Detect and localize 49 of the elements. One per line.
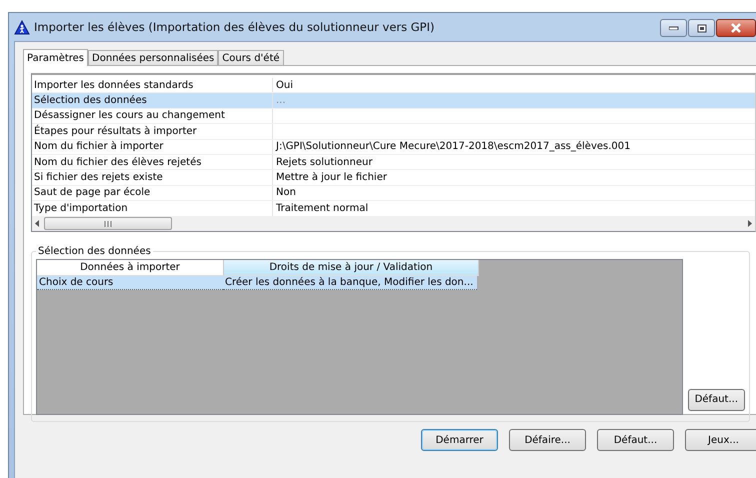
tab[interactable]: Paramètres [23,49,88,66]
property-value: Rejets solutionneur [275,156,372,168]
group-title: Sélection des données [37,246,152,257]
property-name: Sélection des données [32,93,273,108]
property-value: Non [275,187,296,198]
scroll-left-icon[interactable] [34,220,40,228]
property-name: Étapes pour résultats à importer [32,124,273,139]
warning-person-icon [14,20,30,34]
tab[interactable]: Données personnalisées [88,50,218,65]
property-row[interactable]: Désassigner les cours au changement [32,108,755,124]
property-name: Nom du fichier des élèves rejetés [32,154,273,170]
dialog-button[interactable]: Défaut... [597,429,674,451]
minimize-icon [668,26,678,30]
table-cell: Créer les données à la banque, Modifier les don... [223,276,477,290]
property-name: Type d'importation [32,201,273,216]
property-name: Nom du fichier à importer [32,140,273,154]
minimize-button[interactable] [660,19,687,37]
scroll-thumb[interactable] [44,217,172,230]
dialog-button[interactable]: Défaire... [509,429,586,451]
property-value: J:\GPI\Solutionneur\Cure Mecure\2017-2018\escm2017_ass_élèves.001 [274,141,631,152]
window-title: Importer les élèves (Importation des élèves du solutionneur vers GPI) [34,20,434,34]
property-row[interactable]: Si fichier des rejets existe Mettre à jour le fichier [32,170,755,186]
default-button[interactable]: Défaut... [688,388,745,411]
property-value: Traitement normal [275,202,368,214]
property-name: Saut de page par école [32,186,273,200]
dialog-button[interactable]: Jeux... [685,429,756,451]
property-value: Oui [275,80,293,91]
table-row[interactable]: Choix de cours Créer les données à la banque, Modifier les don... [37,276,682,290]
property-row[interactable]: Nom du fichier des élèves rejetés Rejets solutionneur [32,154,755,170]
column-header[interactable]: Droits de mise à jour / Validation [224,260,479,276]
column-header[interactable]: Données à importer [37,260,224,276]
scroll-right-icon[interactable] [747,220,753,228]
maximize-button[interactable] [688,19,715,37]
property-value: ... [275,95,286,106]
property-row[interactable]: Saut de page par école Non [32,186,755,202]
property-value: Mettre à jour le fichier [275,172,387,184]
property-row[interactable]: Sélection des données ... [32,93,755,109]
table-cell: Choix de cours [37,276,223,290]
maximize-icon [696,24,706,32]
property-name: Si fichier des rejets existe [32,170,273,185]
horizontal-scrollbar[interactable] [32,216,755,231]
close-button[interactable] [716,19,756,37]
property-row[interactable]: Nom du fichier à importer J:\GPI\Solutionneur\Cure Mecure\2017-2018\escm2017_ass_élèves.001 [32,140,755,155]
close-icon [730,23,742,33]
tab[interactable]: Cours d'été [218,50,284,65]
dialog-button[interactable]: Démarrer [421,429,498,451]
property-name: Importer les données standards [32,78,273,92]
property-row[interactable]: Étapes pour résultats à importer [32,124,755,140]
property-name: Désassigner les cours au changement [32,108,273,124]
